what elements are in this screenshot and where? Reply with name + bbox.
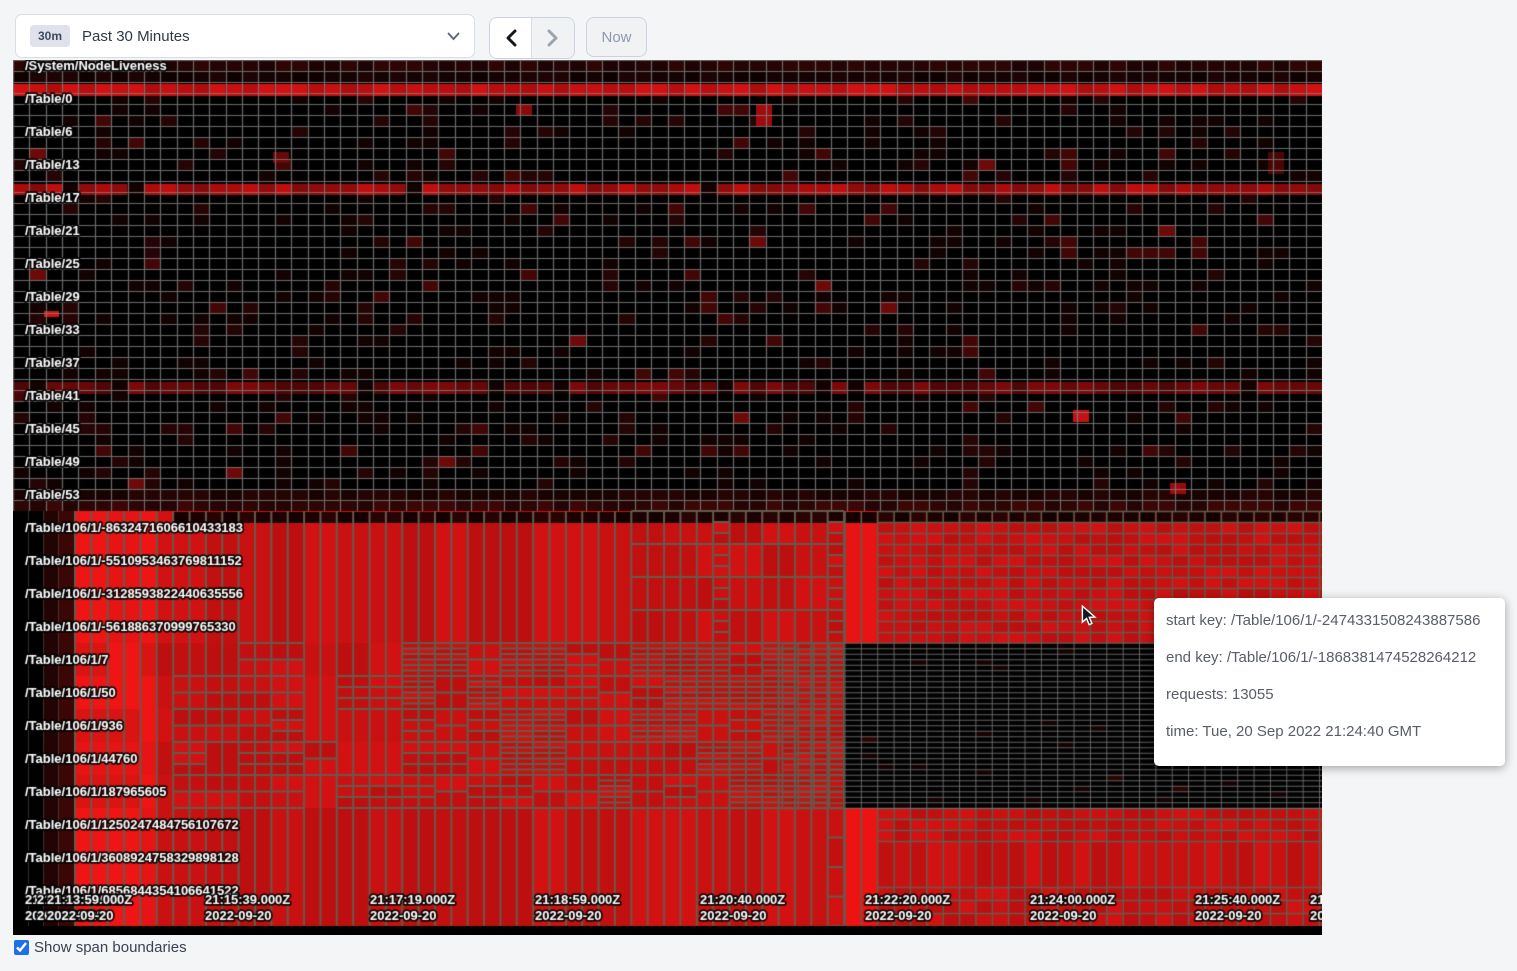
now-button[interactable]: Now <box>586 17 647 57</box>
time-range-badge: 30m <box>30 25 70 47</box>
chevron-down-icon <box>447 32 460 41</box>
chevron-right-icon <box>547 29 559 47</box>
hover-tooltip: start key: /Table/106/1/-247433150824388… <box>1154 598 1505 766</box>
show-span-boundaries-label: Show span boundaries <box>34 939 187 956</box>
prev-time-button[interactable] <box>490 18 532 58</box>
mouse-cursor <box>1081 605 1097 627</box>
key-visualizer: start key: /Table/106/1/-247433150824388… <box>13 60 1322 935</box>
time-range-label: Past 30 Minutes <box>82 28 190 45</box>
tooltip-start-key: start key: /Table/106/1/-247433150824388… <box>1166 602 1505 639</box>
heatmap-canvas[interactable] <box>13 60 1322 935</box>
time-nav-group <box>489 17 575 59</box>
tooltip-end-key: end key: /Table/106/1/-18683814745282642… <box>1166 639 1505 676</box>
chevron-left-icon <box>505 29 517 47</box>
key-visualizer-page: 30m Past 30 Minutes Now start key: /Tab <box>0 0 1517 971</box>
tooltip-requests: requests: 13055 <box>1166 676 1505 713</box>
next-time-button[interactable] <box>532 18 574 58</box>
show-span-boundaries-checkbox[interactable] <box>14 940 29 955</box>
tooltip-time: time: Tue, 20 Sep 2022 21:24:40 GMT <box>1166 713 1505 750</box>
time-range-select[interactable]: 30m Past 30 Minutes <box>15 14 475 58</box>
show-span-boundaries: Show span boundaries <box>14 939 187 956</box>
